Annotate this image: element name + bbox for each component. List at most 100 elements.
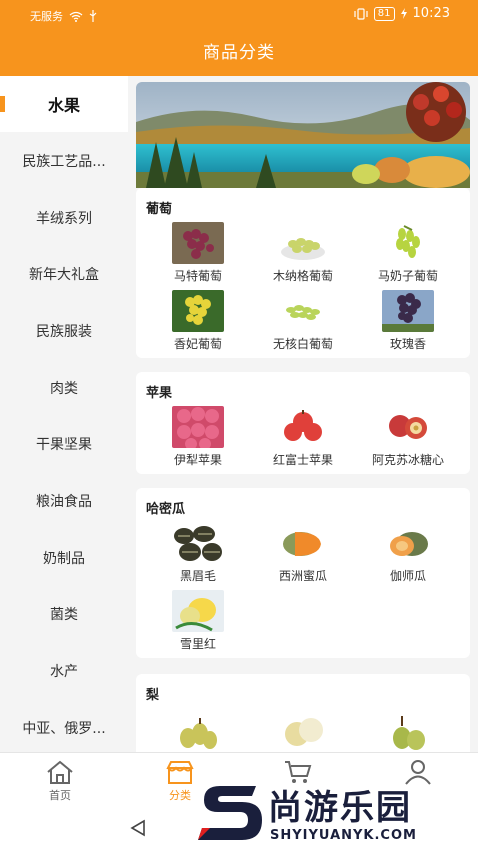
nav-home[interactable]: 首页	[20, 759, 100, 803]
product-image	[277, 222, 329, 264]
sidebar-item-label: 羊绒系列	[36, 211, 92, 227]
product-name: 雪里红	[179, 637, 216, 651]
product-name: 阿克苏冰糖心	[371, 453, 444, 467]
product-image	[172, 406, 224, 448]
sidebar-item-crafts[interactable]: 民族工艺品...	[0, 133, 128, 189]
product-image	[172, 590, 224, 632]
vibrate-icon	[354, 7, 368, 20]
sidebar-item-nuts[interactable]: 干果坚果	[0, 416, 128, 472]
sidebar-item-label: 菌类	[50, 607, 78, 623]
product-image	[382, 290, 434, 332]
product-item[interactable]	[353, 710, 463, 752]
sidebar-item-central-asia[interactable]: 中亚、俄罗...	[0, 700, 128, 756]
product-image	[382, 522, 434, 564]
app-header: 无服务 81 10:23 商品分类	[0, 0, 478, 76]
back-icon[interactable]	[128, 818, 148, 838]
product-image	[172, 290, 224, 332]
section-title: 葡萄	[146, 202, 173, 217]
logo-s-icon	[198, 786, 262, 840]
section-grapes: 葡萄 马特葡萄 木纳格葡萄 马奶子葡萄 香妃葡萄 无核白葡萄 玫瑰香	[136, 188, 470, 358]
product-image	[382, 222, 434, 264]
category-sidebar: 水果 民族工艺品... 羊绒系列 新年大礼盒 民族服装 肉类 干果坚果 粮油食品…	[0, 76, 128, 752]
section-melons: 哈密瓜 黑眉毛 西洲蜜瓜 伽师瓜 雪里红	[136, 488, 470, 658]
section-apples: 苹果 伊犁苹果 红富士苹果 阿克苏冰糖心	[136, 372, 470, 474]
product-image	[172, 222, 224, 264]
watermark-cn-text: 尚游乐园	[268, 788, 412, 828]
product-name: 伊犁苹果	[173, 453, 222, 467]
section-title: 梨	[146, 688, 160, 703]
product-item[interactable]: 马特葡萄	[143, 222, 253, 284]
product-name: 马特葡萄	[173, 269, 222, 283]
sidebar-item-grain-oil[interactable]: 粮油食品	[0, 473, 128, 529]
product-name: 木纳格葡萄	[272, 269, 333, 283]
product-item[interactable]: 玫瑰香	[353, 290, 463, 352]
battery-indicator: 81	[373, 6, 395, 21]
product-name: 红富士苹果	[272, 453, 333, 467]
product-item[interactable]: 阿克苏冰糖心	[353, 406, 463, 468]
product-item[interactable]: 无核白葡萄	[248, 290, 358, 352]
product-item[interactable]: 香妃葡萄	[143, 290, 253, 352]
product-image	[277, 522, 329, 564]
carrier-text: 无服务	[30, 10, 63, 23]
sidebar-item-label: 水果	[47, 96, 80, 115]
product-image	[277, 710, 329, 752]
category-banner-image[interactable]	[136, 82, 470, 188]
product-item[interactable]	[143, 710, 253, 752]
sidebar-item-fungi[interactable]: 菌类	[0, 586, 128, 642]
product-item[interactable]: 木纳格葡萄	[248, 222, 358, 284]
product-image	[172, 522, 224, 564]
watermark-en-text: SHYIYUANYK.COM	[270, 828, 417, 843]
sidebar-item-gift-box[interactable]: 新年大礼盒	[0, 246, 128, 302]
product-item[interactable]: 马奶子葡萄	[353, 222, 463, 284]
shop-icon	[166, 761, 194, 784]
product-name: 西洲蜜瓜	[278, 569, 327, 583]
home-icon	[47, 760, 73, 784]
nav-label: 分类	[169, 789, 191, 802]
sidebar-item-label: 粮油食品	[36, 494, 92, 510]
watermark-logo: 尚游乐园 SHYIYUANYK.COM	[196, 778, 478, 850]
product-name: 玫瑰香	[389, 337, 426, 351]
sidebar-item-label: 干果坚果	[36, 437, 92, 453]
sidebar-item-label: 中亚、俄罗...	[22, 721, 106, 737]
wifi-icon	[69, 11, 83, 22]
product-image	[382, 710, 434, 752]
product-item[interactable]: 红富士苹果	[248, 406, 358, 468]
sidebar-item-ethnic-clothing[interactable]: 民族服装	[0, 303, 128, 359]
product-name: 香妃葡萄	[173, 337, 222, 351]
sidebar-item-label: 新年大礼盒	[29, 267, 99, 283]
sidebar-item-fruit[interactable]: 水果	[0, 76, 128, 132]
product-name: 马奶子葡萄	[377, 269, 438, 283]
product-image	[277, 406, 329, 448]
charging-icon	[400, 8, 407, 19]
clock: 10:23	[412, 6, 450, 21]
section-title: 哈密瓜	[146, 502, 186, 517]
product-image	[277, 290, 329, 332]
sidebar-item-label: 奶制品	[43, 551, 85, 567]
usb-icon	[89, 10, 97, 22]
section-title: 苹果	[146, 386, 173, 401]
nav-label: 首页	[49, 789, 71, 802]
product-name: 无核白葡萄	[272, 337, 333, 351]
product-item[interactable]: 西洲蜜瓜	[248, 522, 358, 584]
section-pears: 梨	[136, 674, 470, 752]
sidebar-item-cashmere[interactable]: 羊绒系列	[0, 190, 128, 246]
sidebar-item-dairy[interactable]: 奶制品	[0, 530, 128, 586]
sidebar-item-label: 肉类	[50, 381, 78, 397]
product-item[interactable]: 黑眉毛	[143, 522, 253, 584]
product-name: 伽师瓜	[389, 569, 426, 583]
product-name: 黑眉毛	[179, 569, 216, 583]
product-item[interactable]: 伊犁苹果	[143, 406, 253, 468]
product-image	[172, 710, 224, 752]
sidebar-item-label: 水产	[50, 664, 78, 680]
product-item[interactable]: 伽师瓜	[353, 522, 463, 584]
sidebar-item-label: 民族工艺品...	[22, 154, 106, 170]
product-image	[382, 406, 434, 448]
sidebar-item-seafood[interactable]: 水产	[0, 643, 128, 699]
category-content: 葡萄 马特葡萄 木纳格葡萄 马奶子葡萄 香妃葡萄 无核白葡萄 玫瑰香 苹果 伊犁…	[128, 76, 478, 752]
sidebar-item-label: 民族服装	[36, 324, 92, 340]
status-bar: 无服务 81 10:23	[0, 0, 478, 28]
sidebar-item-meat[interactable]: 肉类	[0, 360, 128, 416]
page-title: 商品分类	[203, 43, 275, 63]
product-item[interactable]: 雪里红	[143, 590, 253, 652]
product-item[interactable]	[248, 710, 358, 752]
